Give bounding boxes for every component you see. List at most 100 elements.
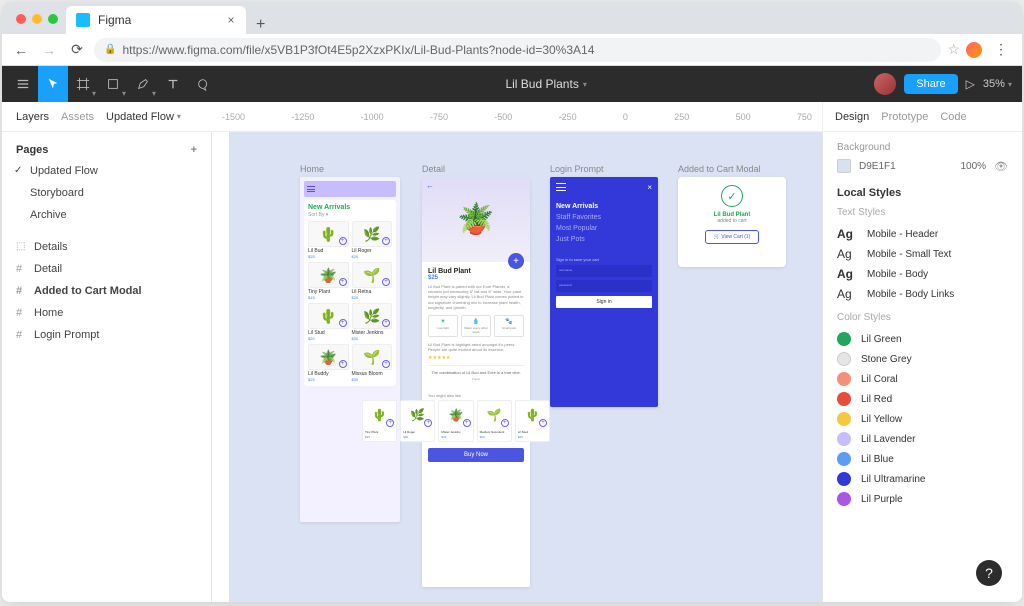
visibility-icon[interactable]: 👁 <box>994 160 1008 173</box>
suggest-card: 🪴+Mister Jenkins$30 <box>438 400 473 442</box>
frame-label[interactable]: Detail <box>422 164 445 174</box>
color-swatch-icon <box>837 392 851 406</box>
main-menu-icon[interactable] <box>8 66 38 102</box>
background-opacity[interactable]: 100% <box>960 161 986 172</box>
artboard-detail[interactable]: ← 🪴 + Lil Bud Plant $25 Lil Bud Plant is… <box>422 177 530 587</box>
maximize-window-icon[interactable] <box>48 14 58 24</box>
close-tab-icon[interactable]: × <box>226 15 236 25</box>
bookmark-icon[interactable]: ☆ <box>947 41 960 58</box>
design-tab[interactable]: Design <box>835 111 869 123</box>
share-button[interactable]: Share <box>904 74 957 94</box>
color-style-row[interactable]: Lil Coral <box>837 369 1008 389</box>
product-card: 🌱+Lil Retna$20 <box>352 262 393 300</box>
product-card: 🪴+Tiny Plant$15 <box>308 262 349 300</box>
background-hex[interactable]: D9E1F1 <box>859 161 952 172</box>
new-tab-button[interactable]: + <box>246 16 275 34</box>
suggest-card: 🌵+Lil Stud$20 <box>515 400 550 442</box>
artboard-cart-modal[interactable]: ✓ Lil Bud Plant added to cart 🛒 View Car… <box>678 177 786 267</box>
frame-tool[interactable]: ▾ <box>68 66 98 102</box>
layers-tab[interactable]: Layers <box>16 111 49 123</box>
artboard-home[interactable]: New Arrivals Sort By ▾ 🌵+Lil Bud$25 🌿+Li… <box>300 177 400 522</box>
canvas[interactable]: Home Detail Login Prompt Added to Cart M… <box>212 132 822 602</box>
file-name[interactable]: Lil Bud Plants ▾ <box>218 77 874 91</box>
color-swatch-icon <box>837 412 851 426</box>
star-rating-icon: ★★★★★ <box>428 355 524 361</box>
artboard-login[interactable]: × New Arrivals Staff Favorites Most Popu… <box>550 177 658 407</box>
color-style-row[interactable]: Lil Green <box>837 329 1008 349</box>
close-window-icon[interactable] <box>16 14 26 24</box>
help-button[interactable]: ? <box>976 560 1002 586</box>
layer-item[interactable]: Details <box>2 236 211 258</box>
color-style-row[interactable]: Lil Ultramarine <box>837 469 1008 489</box>
color-swatch-icon <box>837 472 851 486</box>
username-input: username <box>556 265 652 277</box>
product-card: 🌿+Mister Jenkins$30 <box>352 303 393 341</box>
code-tab[interactable]: Code <box>940 111 966 123</box>
suggest-card: 🌱+Medium Succulent$20 <box>477 400 512 442</box>
hamburger-icon <box>556 183 566 191</box>
page-dropdown[interactable]: Updated Flow ▾ <box>106 111 181 123</box>
layer-item[interactable]: Home <box>2 302 211 324</box>
profile-avatar-icon[interactable] <box>966 42 982 58</box>
browser-menu-icon[interactable]: ⋮ <box>988 41 1014 58</box>
product-card: 🌱+Missus Bloom$30 <box>352 344 393 382</box>
left-panel: Pages + Updated Flow Storyboard Archive … <box>2 132 212 602</box>
heading: New Arrivals <box>308 204 392 211</box>
move-tool[interactable] <box>38 66 68 102</box>
color-swatch-icon <box>837 452 851 466</box>
present-button[interactable]: ▷ <box>966 77 975 91</box>
frame-label[interactable]: Home <box>300 164 324 174</box>
forward-button[interactable]: → <box>38 39 60 61</box>
product-card: 🪴+Lil Buddy$25 <box>308 344 349 382</box>
minimize-window-icon[interactable] <box>32 14 42 24</box>
back-button[interactable]: ← <box>10 39 32 61</box>
text-style-row[interactable]: AgMobile - Body Links <box>837 284 1008 304</box>
password-input: password <box>556 280 652 292</box>
color-style-row[interactable]: Lil Lavender <box>837 429 1008 449</box>
url-input[interactable]: 🔒 https://www.figma.com/file/x5VB1P3fOt4… <box>94 38 941 62</box>
background-swatch[interactable] <box>837 159 851 173</box>
lock-icon: 🔒 <box>104 44 116 55</box>
pen-tool[interactable]: ▾ <box>128 66 158 102</box>
frame-label[interactable]: Login Prompt <box>550 164 604 174</box>
add-fab-icon: + <box>508 253 524 269</box>
prototype-tab[interactable]: Prototype <box>881 111 928 123</box>
color-style-row[interactable]: Lil Blue <box>837 449 1008 469</box>
page-item-updated-flow[interactable]: Updated Flow <box>2 160 211 182</box>
vertical-ruler <box>212 132 230 602</box>
color-style-row[interactable]: Lil Yellow <box>837 409 1008 429</box>
color-style-row[interactable]: Lil Red <box>837 389 1008 409</box>
chevron-down-icon: ▾ <box>583 80 587 89</box>
text-tool[interactable] <box>158 66 188 102</box>
assets-tab[interactable]: Assets <box>61 111 94 123</box>
color-swatch-icon <box>837 332 851 346</box>
sort-dropdown: Sort By ▾ <box>308 212 392 218</box>
layer-item[interactable]: Added to Cart Modal <box>2 280 211 302</box>
product-card: 🌵+Lil Bud$25 <box>308 221 349 259</box>
window-controls <box>10 4 66 34</box>
page-item-archive[interactable]: Archive <box>2 204 211 226</box>
reload-button[interactable]: ⟳ <box>66 39 88 61</box>
color-swatch-icon <box>837 352 851 366</box>
text-style-row[interactable]: AgMobile - Body <box>837 264 1008 284</box>
text-style-row[interactable]: AgMobile - Header <box>837 224 1008 244</box>
background-label: Background <box>837 142 1008 153</box>
comment-tool[interactable] <box>188 66 218 102</box>
layer-item[interactable]: Detail <box>2 258 211 280</box>
suggest-card: 🌿+Lil Roger$20 <box>400 400 435 442</box>
color-style-row[interactable]: Stone Grey <box>837 349 1008 369</box>
add-page-icon[interactable]: + <box>191 144 197 156</box>
browser-tab[interactable]: Figma × <box>66 6 246 34</box>
close-icon: × <box>647 183 652 192</box>
view-cart-button: 🛒 View Cart (1) <box>705 230 760 244</box>
color-swatch-icon <box>837 492 851 506</box>
layer-item[interactable]: Login Prompt <box>2 324 211 346</box>
frame-label[interactable]: Added to Cart Modal <box>678 164 761 174</box>
page-item-storyboard[interactable]: Storyboard <box>2 182 211 204</box>
shape-tool[interactable]: ▾ <box>98 66 128 102</box>
color-style-row[interactable]: Lil Purple <box>837 489 1008 509</box>
user-avatar-icon[interactable] <box>874 73 896 95</box>
text-style-row[interactable]: AgMobile - Small Text <box>837 244 1008 264</box>
tab-title: Figma <box>98 13 131 27</box>
zoom-dropdown[interactable]: 35% ▾ <box>983 78 1012 90</box>
